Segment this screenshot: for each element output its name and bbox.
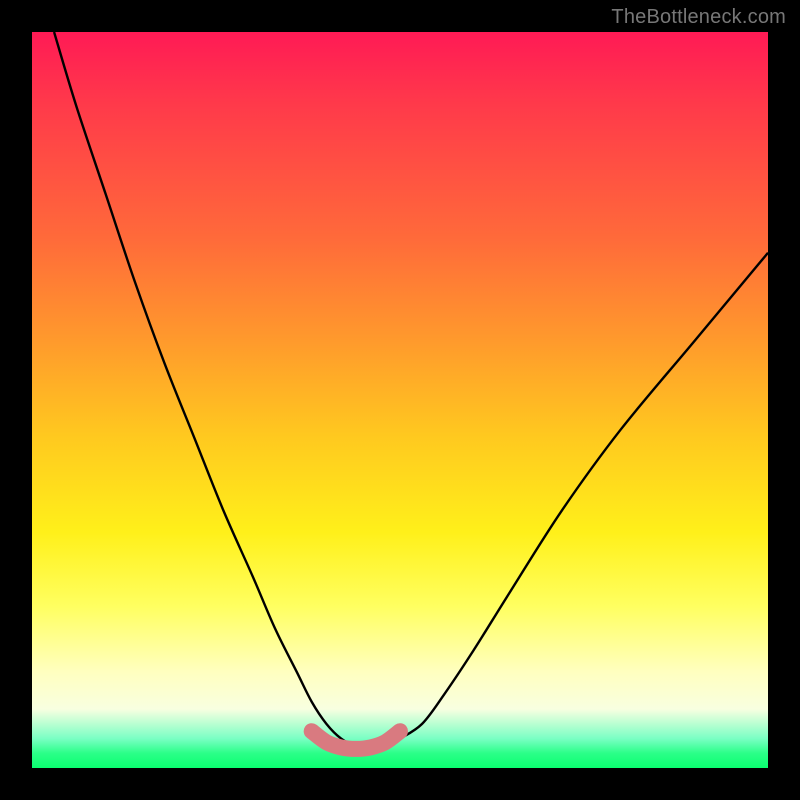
plot-area [32, 32, 768, 768]
bottleneck-curve-path [54, 32, 768, 746]
outer-frame: TheBottleneck.com [0, 0, 800, 800]
watermark-text: TheBottleneck.com [611, 6, 786, 29]
curve-svg [32, 32, 768, 768]
valley-highlight-path [312, 731, 400, 749]
